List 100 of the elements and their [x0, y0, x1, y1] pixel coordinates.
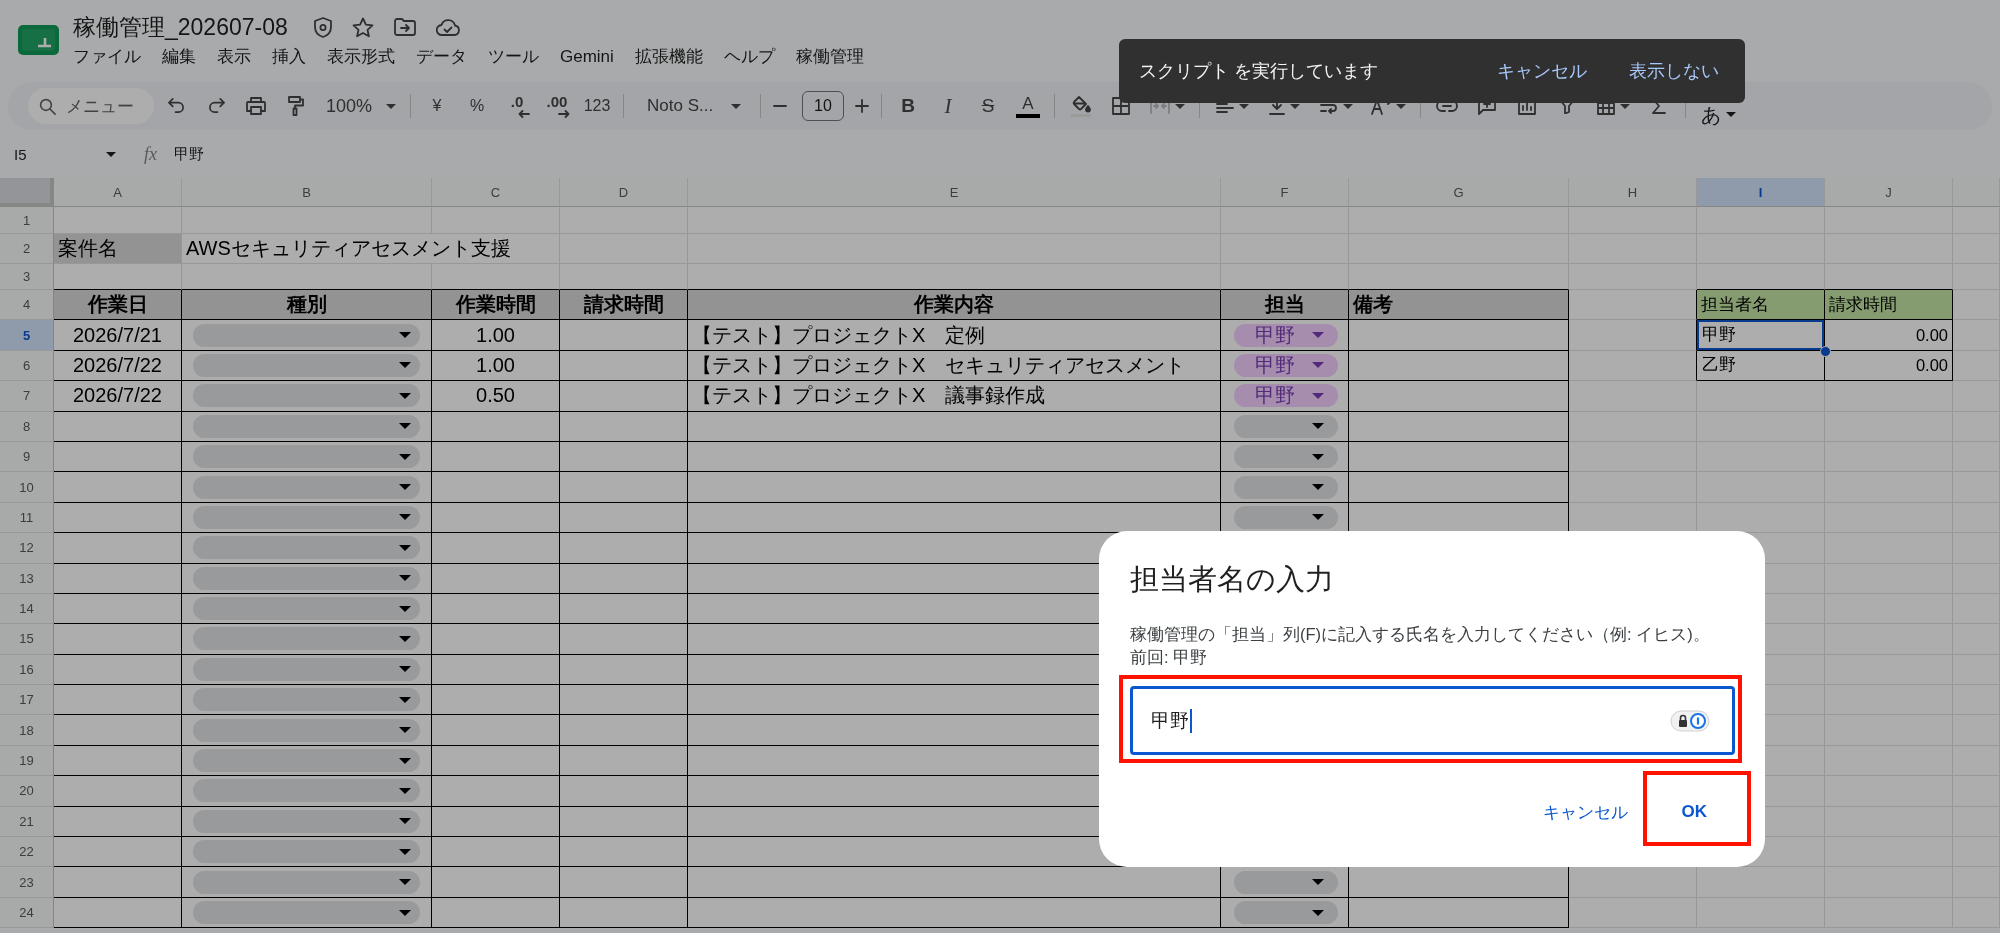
- column-header[interactable]: C: [432, 178, 560, 207]
- ok-button[interactable]: OK: [1653, 790, 1735, 834]
- row-header[interactable]: 23: [0, 867, 54, 898]
- menu-item[interactable]: ツール: [482, 45, 545, 69]
- shield-icon[interactable]: [313, 16, 332, 38]
- zoom-dropdown[interactable]: 100%: [316, 88, 404, 124]
- name-input[interactable]: 甲野: [1130, 686, 1735, 755]
- row-header[interactable]: 20: [0, 776, 54, 807]
- row-header[interactable]: 21: [0, 806, 54, 838]
- caret-icon[interactable]: [399, 392, 411, 399]
- row-header[interactable]: 4: [0, 290, 54, 321]
- row-header[interactable]: 22: [0, 837, 54, 868]
- caret-icon[interactable]: [399, 544, 411, 551]
- star-icon[interactable]: [351, 16, 374, 38]
- dropdown-chip[interactable]: 甲野: [1234, 323, 1338, 347]
- caret-icon[interactable]: [399, 575, 411, 582]
- row-header[interactable]: 11: [0, 502, 54, 534]
- row-header[interactable]: 17: [0, 685, 54, 716]
- menu-item[interactable]: 表示: [211, 45, 257, 69]
- row-header[interactable]: 6: [0, 350, 54, 382]
- column-header[interactable]: E: [688, 178, 1221, 207]
- caret-icon[interactable]: [399, 666, 411, 673]
- caret-icon[interactable]: [1312, 423, 1324, 430]
- menu-item[interactable]: 稼働管理: [789, 45, 870, 69]
- caret-icon[interactable]: [399, 727, 411, 734]
- column-header[interactable]: H: [1569, 178, 1697, 207]
- menu-item[interactable]: ヘルプ: [717, 45, 781, 69]
- strikethrough-button[interactable]: S: [968, 88, 1008, 124]
- row-header[interactable]: 2: [0, 234, 54, 264]
- font-size-field[interactable]: 10: [802, 91, 844, 121]
- paint-roller-icon[interactable]: [288, 96, 304, 116]
- column-header[interactable]: B: [182, 178, 432, 207]
- caret-icon[interactable]: [1312, 392, 1324, 399]
- caret-icon[interactable]: [399, 696, 411, 703]
- column-header[interactable]: G: [1349, 178, 1569, 207]
- text-color-button[interactable]: A: [1008, 88, 1048, 124]
- caret-icon[interactable]: [1312, 879, 1324, 886]
- dropdown-chip[interactable]: 甲野: [1234, 384, 1338, 408]
- row-header[interactable]: 8: [0, 411, 54, 442]
- menu-item[interactable]: 拡張機能: [628, 45, 709, 69]
- row-header[interactable]: 18: [0, 715, 54, 746]
- menu-item[interactable]: 挿入: [266, 45, 312, 69]
- caret-icon[interactable]: [1312, 484, 1324, 491]
- caret-icon[interactable]: [1312, 362, 1324, 369]
- snackbar-action[interactable]: キャンセル: [1489, 51, 1595, 91]
- menu-item[interactable]: ファイル: [67, 45, 147, 69]
- arrow-left-icon[interactable]: [518, 109, 530, 118]
- number-format-button[interactable]: 123: [577, 88, 617, 124]
- print-icon[interactable]: [246, 97, 266, 115]
- caret-icon[interactable]: [399, 848, 411, 855]
- caret-icon[interactable]: [399, 757, 411, 764]
- row-header[interactable]: 14: [0, 593, 54, 625]
- menu-item[interactable]: 編集: [156, 45, 202, 69]
- cancel-button[interactable]: キャンセル: [1530, 790, 1640, 834]
- caret-icon[interactable]: [399, 332, 411, 339]
- caret-icon[interactable]: [106, 151, 116, 157]
- document-title[interactable]: 稼働管理_202607-08: [73, 12, 288, 42]
- row-header[interactable]: 15: [0, 624, 54, 655]
- dropdown-chip[interactable]: 甲野: [1234, 353, 1338, 377]
- menu-item[interactable]: Gemini: [554, 45, 620, 69]
- column-header[interactable]: A: [54, 178, 182, 207]
- column-header[interactable]: F: [1221, 178, 1349, 207]
- caret-icon[interactable]: [399, 818, 411, 825]
- password-manager-icon[interactable]: [1670, 709, 1710, 732]
- font-dropdown[interactable]: Noto S...: [630, 88, 754, 124]
- column-header[interactable]: D: [560, 178, 688, 207]
- search-menu-field[interactable]: メニュー: [28, 88, 154, 124]
- caret-icon[interactable]: [1725, 112, 1736, 117]
- row-header[interactable]: 13: [0, 563, 54, 594]
- caret-icon[interactable]: [399, 423, 411, 430]
- input-tools-dropdown[interactable]: あ: [1692, 101, 1744, 125]
- italic-button[interactable]: I: [928, 88, 968, 124]
- menu-item[interactable]: 表示形式: [321, 45, 401, 69]
- formula-field[interactable]: 甲野: [174, 144, 204, 164]
- row-header[interactable]: 5: [0, 320, 54, 351]
- caret-icon[interactable]: [1312, 514, 1324, 521]
- plus-icon[interactable]: [855, 99, 869, 113]
- row-header[interactable]: 3: [0, 264, 54, 290]
- decrease-decimal-button[interactable]: .0: [497, 88, 537, 124]
- caret-icon[interactable]: [386, 103, 396, 109]
- row-header[interactable]: 19: [0, 745, 54, 777]
- row-header[interactable]: 7: [0, 381, 54, 412]
- snackbar-action[interactable]: 表示しない: [1621, 51, 1727, 91]
- caret-icon[interactable]: [1312, 909, 1324, 916]
- caret-icon[interactable]: [399, 514, 411, 521]
- paint-bucket-icon[interactable]: [1071, 95, 1091, 117]
- caret-icon[interactable]: [399, 879, 411, 886]
- increase-decimal-button[interactable]: .00: [537, 88, 577, 124]
- column-header[interactable]: J: [1825, 178, 1953, 207]
- row-header[interactable]: 10: [0, 472, 54, 503]
- row-header[interactable]: 1: [0, 207, 54, 234]
- name-box[interactable]: I5: [14, 139, 116, 169]
- currency-button[interactable]: ¥: [417, 88, 457, 124]
- bold-button[interactable]: B: [888, 88, 928, 124]
- arrow-right-icon[interactable]: [558, 109, 570, 118]
- row-header[interactable]: 9: [0, 441, 54, 473]
- caret-icon[interactable]: [399, 909, 411, 916]
- caret-icon[interactable]: [399, 362, 411, 369]
- row-header[interactable]: 24: [0, 897, 54, 929]
- caret-icon[interactable]: [399, 484, 411, 491]
